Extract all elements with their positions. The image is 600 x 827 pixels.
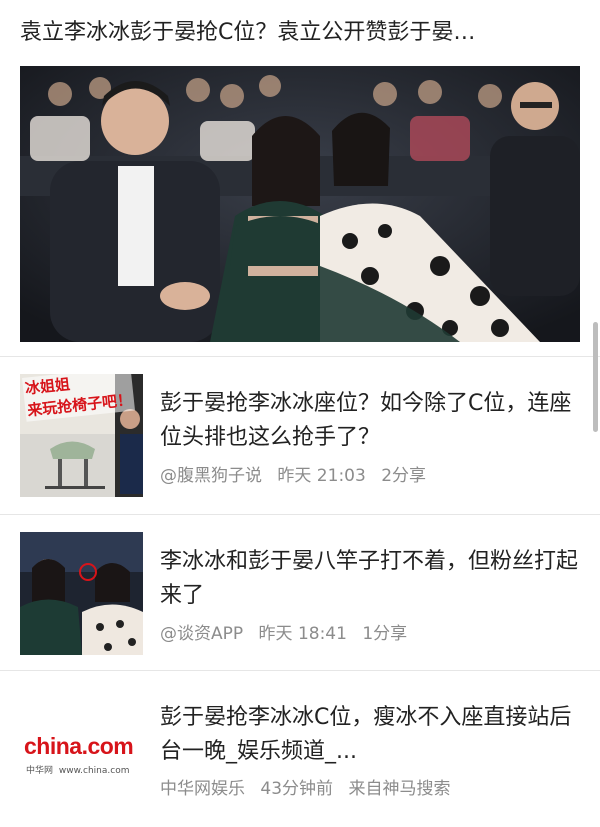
hero-photo-illustration [20, 66, 580, 342]
actresses-thumbnail-illustration [20, 532, 143, 655]
thumbnail[interactable] [20, 532, 143, 655]
source-label: 中华网娱乐 [160, 779, 245, 799]
feed-item-4[interactable]: china.com 中华网 www.china.com 彭于晏抢李冰冰C位，瘦冰… [0, 671, 600, 827]
feed-item-meta: @腹黑狗子说 昨天 21:03 2分享 [160, 461, 436, 486]
logo-main-text: china.com [24, 733, 134, 759]
feed-item-2[interactable]: 冰姐姐 来玩抢椅子吧！ 彭于晏抢李冰冰座位？如今除了C位，连座位头排也这么抢手了… [0, 357, 600, 515]
search-source-label: 来自神马搜索 [348, 779, 451, 799]
source-label: @腹黑狗子说 [160, 466, 262, 486]
time-label: 昨天 21:03 [277, 466, 366, 486]
feed-item-title[interactable]: 彭于晏抢李冰冰C位，瘦冰不入座直接站后台一晚_娱乐频道_... [160, 701, 585, 769]
feed-item-title[interactable]: 彭于晏抢李冰冰座位？如今除了C位，连座位头排也这么抢手了？ [160, 387, 585, 455]
china-com-logo[interactable]: china.com 中华网 www.china.com [20, 685, 143, 808]
feed-item-1[interactable]: 袁立李冰冰彭于晏抢C位？袁立公开赞彭于晏… [0, 0, 600, 357]
share-count: 1分享 [362, 624, 408, 644]
logo-subtitle: 中华网 www.china.com [26, 766, 130, 776]
feed-item-meta: 中华网娱乐 43分钟前 来自神马搜索 [160, 774, 460, 799]
thumbnail[interactable]: 冰姐姐 来玩抢椅子吧！ [20, 374, 143, 497]
source-label: @谈资APP [160, 624, 244, 644]
hero-image[interactable] [20, 66, 580, 342]
time-label: 43分钟前 [260, 779, 334, 799]
feed-item-3[interactable]: 李冰冰和彭于晏八竿子打不着，但粉丝打起来了 @谈资APP 昨天 18:41 1分… [0, 515, 600, 671]
feed-item-meta: @谈资APP 昨天 18:41 1分享 [160, 619, 417, 644]
share-count: 2分享 [381, 466, 427, 486]
feed-item-title[interactable]: 袁立李冰冰彭于晏抢C位？袁立公开赞彭于晏… [20, 18, 580, 48]
time-label: 昨天 18:41 [258, 624, 347, 644]
feed-item-title[interactable]: 李冰冰和彭于晏八竿子打不着，但粉丝打起来了 [160, 545, 585, 613]
news-feed: 袁立李冰冰彭于晏抢C位？袁立公开赞彭于晏… 冰姐姐 来玩抢椅子吧！ 彭于晏抢李冰… [0, 0, 600, 827]
scrollbar-thumb[interactable] [593, 322, 598, 432]
